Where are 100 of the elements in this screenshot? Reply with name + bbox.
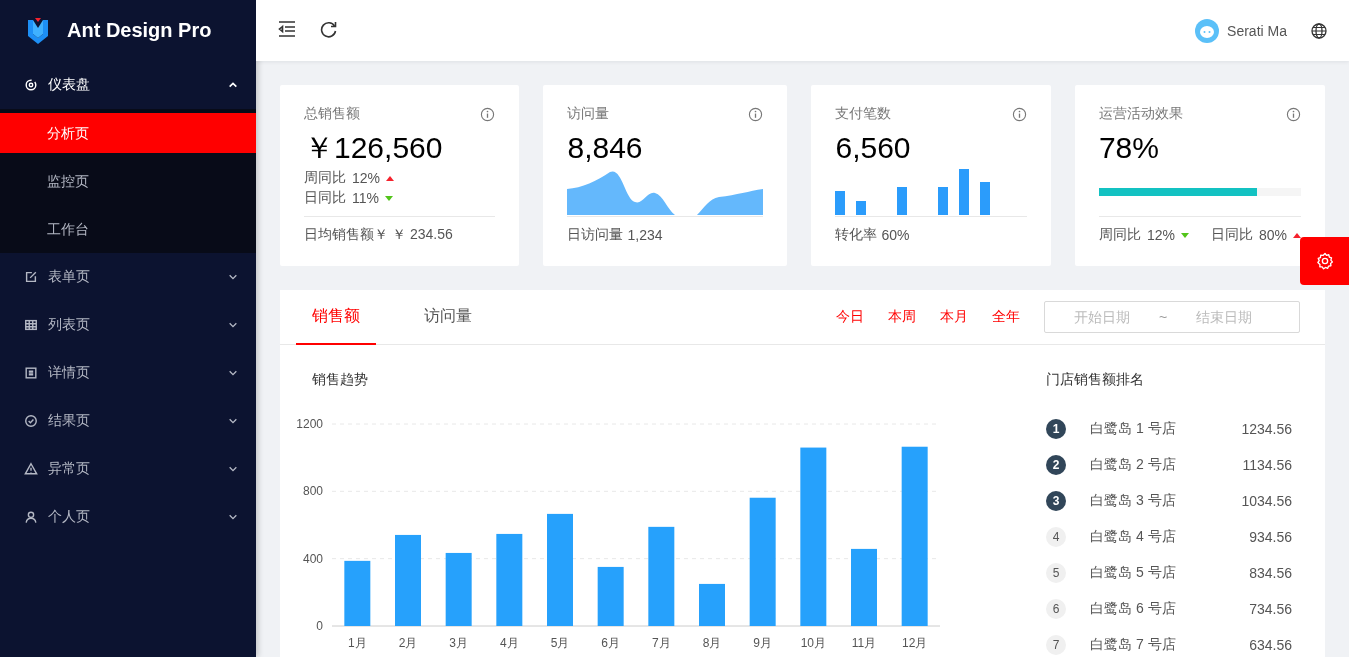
language-button[interactable] (1309, 20, 1329, 41)
edit-icon (24, 270, 38, 284)
settings-button[interactable] (1300, 237, 1349, 285)
axis-tick-label: 9月 (753, 636, 772, 650)
menu-item[interactable]: 异常页 (0, 445, 256, 493)
menu-item[interactable]: 工作台 (0, 209, 256, 249)
sales-amount: 1234.56 (1241, 421, 1292, 437)
user-icon (24, 510, 38, 524)
axis-tick-label: 4月 (500, 636, 519, 650)
sales-amount: 634.56 (1249, 637, 1292, 653)
stat-title: 支付笔数 (835, 105, 892, 123)
axis-tick-label: 400 (302, 551, 323, 566)
menu-item[interactable]: 分析页 (0, 113, 256, 153)
trend-value: 12% (1146, 227, 1175, 243)
stat-title: 访问量 (567, 105, 610, 123)
axis-tick-label: 8月 (702, 636, 722, 650)
info-icon (480, 106, 496, 122)
trend-label: 日同比 (304, 189, 346, 207)
store-name: 白鹭岛 3 号店 (1090, 492, 1177, 510)
rank-number: 6 (1046, 599, 1066, 619)
store-name: 白鹭岛 7 号店 (1090, 636, 1177, 654)
menu-item[interactable]: 监控页 (0, 161, 256, 201)
axis-tick-label: 2月 (398, 636, 418, 650)
rank-number: 2 (1046, 455, 1066, 475)
reload-icon (320, 19, 338, 38)
trend-value: 11% (352, 190, 379, 206)
axis-tick-label: 12月 (902, 636, 928, 650)
info-icon (1286, 106, 1301, 122)
trend-value: 80% (1258, 227, 1287, 243)
menu-fold-icon (278, 19, 296, 38)
range-link[interactable]: 本月 (940, 308, 968, 326)
user-name[interactable]: Serati Ma (1227, 22, 1287, 39)
list-icon (24, 366, 38, 380)
axis-tick-label: 5月 (550, 636, 570, 650)
tab[interactable]: 销售额 (296, 290, 376, 345)
end-date-field[interactable]: 结束日期 (1167, 308, 1282, 326)
footer-value: ￥ 234.56 (392, 226, 453, 244)
sales-amount: 934.56 (1249, 529, 1292, 545)
bar (344, 560, 371, 626)
menu-item[interactable]: 详情页 (0, 349, 256, 397)
menu-item[interactable]: 仪表盘 (0, 61, 256, 109)
axis-tick-label: 7月 (652, 636, 671, 650)
bar (597, 566, 624, 626)
warning-icon (24, 462, 38, 476)
axis-tick-label: 0 (316, 619, 323, 633)
rank-number: 5 (1046, 563, 1066, 583)
range-link[interactable]: 全年 (992, 308, 1020, 326)
logo-icon (26, 15, 50, 46)
store-name: 白鹭岛 4 号店 (1090, 528, 1177, 546)
info-icon (748, 106, 764, 122)
rank-number: 4 (1046, 527, 1066, 547)
footer-label: 转化率 (835, 226, 878, 244)
trend-label: 周同比 (304, 169, 346, 187)
globe-icon (1311, 22, 1327, 39)
store-name: 白鹭岛 1 号店 (1090, 420, 1177, 438)
axis-tick-label: 10月 (800, 636, 826, 650)
chart-title: 销售趋势 (312, 371, 369, 389)
rank-number: 7 (1046, 635, 1066, 655)
trend-value: 12% (352, 170, 381, 186)
stat-value: ￥126,560 (304, 130, 444, 166)
range-link[interactable]: 本周 (888, 308, 916, 326)
trend-label: 周同比 (1098, 226, 1141, 244)
footer-value: 60% (881, 227, 910, 243)
footer-label: 日均销售额￥ (304, 226, 388, 244)
menu-item[interactable]: 个人页 (0, 493, 256, 541)
range-separator: ~ (1159, 309, 1168, 325)
start-date-field[interactable]: 开始日期 (1045, 308, 1159, 326)
ranking-title: 门店销售额排名 (1046, 371, 1145, 389)
axis-tick-label: 6月 (601, 636, 620, 650)
store-name: 白鹭岛 6 号店 (1090, 600, 1177, 618)
info-icon (1011, 106, 1027, 122)
menu-item[interactable]: 表单页 (0, 253, 256, 301)
axis-tick-label: 1200 (296, 417, 323, 431)
stat-title: 运营活动效果 (1098, 105, 1183, 123)
stat-value: 8,846 (567, 130, 644, 166)
sales-amount: 1134.56 (1242, 457, 1292, 473)
tab[interactable]: 访问量 (408, 290, 488, 345)
check-circle-icon (24, 414, 38, 428)
sales-amount: 734.56 (1249, 601, 1292, 617)
store-name: 白鹭岛 5 号店 (1090, 564, 1177, 582)
settings-icon (1315, 252, 1334, 270)
axis-tick-label: 3月 (449, 636, 468, 650)
menu-item[interactable]: 结果页 (0, 397, 256, 445)
avatar (1195, 18, 1220, 43)
range-link[interactable]: 今日 (836, 308, 864, 326)
stat-value: 78% (1098, 130, 1160, 166)
footer-value: 1,234 (627, 227, 663, 243)
trend-label: 日同比 (1210, 226, 1253, 244)
menu-item[interactable]: 列表页 (0, 301, 256, 349)
rank-number: 3 (1046, 491, 1066, 511)
axis-tick-label: 1月 (348, 636, 367, 650)
app-title: Ant Design Pro (67, 19, 212, 42)
rank-number: 1 (1046, 419, 1066, 439)
axis-tick-label: 800 (302, 484, 323, 499)
axis-tick-label: 11月 (851, 636, 877, 650)
store-name: 白鹭岛 2 号店 (1090, 456, 1177, 474)
dashboard-icon (24, 78, 38, 92)
stat-value: 6,560 (835, 130, 912, 166)
bar (699, 583, 725, 626)
stat-title: 总销售额 (304, 105, 360, 123)
